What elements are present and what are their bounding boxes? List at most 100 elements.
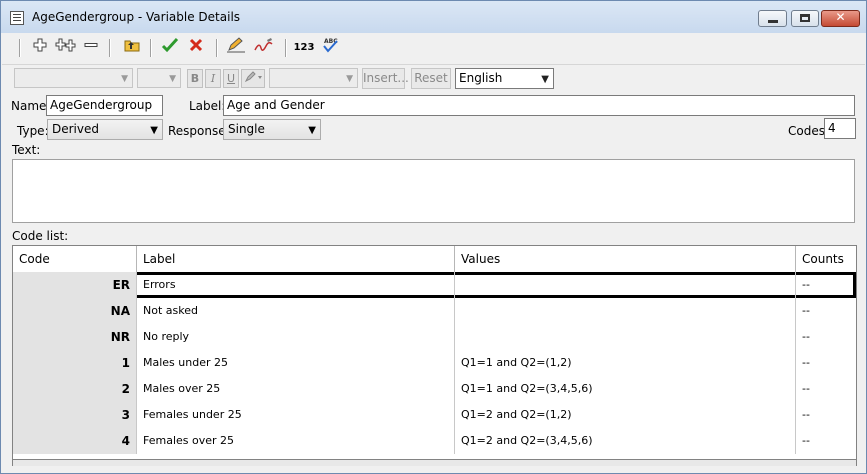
spellcheck-icon: ABC: [323, 38, 338, 53]
counts-cell: --: [802, 304, 810, 317]
x-mark-icon: [189, 38, 203, 52]
text-label: Text:: [12, 143, 41, 157]
title-bar[interactable]: AgeGendergroup - Variable Details ✕: [1, 1, 866, 33]
pencil-edit-icon: [227, 37, 245, 53]
counts-cell: --: [802, 278, 810, 291]
column-header-counts[interactable]: Counts: [796, 246, 856, 272]
code-cell[interactable]: 2: [13, 376, 137, 402]
column-header-label[interactable]: Label: [137, 246, 455, 272]
chevron-down-icon: ▼: [541, 74, 549, 85]
signature-icon: [254, 38, 273, 51]
label-input[interactable]: Age and Gender: [223, 95, 855, 116]
table-row[interactable]: NR No reply --: [13, 324, 856, 350]
reject-button[interactable]: [185, 37, 207, 59]
minimize-button[interactable]: [758, 10, 787, 27]
label-cell[interactable]: Males under 25: [137, 350, 455, 376]
question-text-area[interactable]: [12, 159, 855, 223]
reset-button[interactable]: Reset: [411, 68, 451, 89]
maximize-button[interactable]: [791, 10, 819, 27]
highlighter-icon: [244, 71, 262, 83]
close-button[interactable]: ✕: [821, 10, 860, 27]
accept-button[interactable]: [159, 37, 181, 59]
chevron-down-icon: ▼: [169, 74, 176, 84]
column-header-code[interactable]: Code: [13, 246, 137, 272]
close-icon: ✕: [835, 10, 846, 24]
code-cell[interactable]: 4: [13, 428, 137, 454]
label-cell[interactable]: Not asked: [137, 298, 455, 324]
open-folder-button[interactable]: [121, 37, 143, 59]
highlight-button[interactable]: [241, 69, 265, 88]
label-cell[interactable]: Errors: [137, 272, 455, 298]
bold-button[interactable]: B: [187, 69, 203, 88]
code-cell[interactable]: NR: [13, 324, 137, 350]
code-cell[interactable]: ER: [13, 272, 137, 298]
language-value: English: [459, 71, 503, 85]
toolbar-separator: [285, 39, 287, 57]
numbering-button[interactable]: 123: [293, 37, 315, 59]
values-cell[interactable]: [455, 324, 796, 350]
counts-cell: --: [802, 356, 810, 369]
toolbar: 123 ABC: [2, 34, 865, 62]
type-value: Derived: [52, 122, 99, 136]
code-cell[interactable]: 1: [13, 350, 137, 376]
name-input[interactable]: AgeGendergroup: [46, 95, 163, 116]
window-table-icon: [10, 11, 24, 25]
table-row[interactable]: NA Not asked --: [13, 298, 856, 324]
window-title: AgeGendergroup - Variable Details: [32, 10, 241, 24]
table-row[interactable]: 4 Females over 25 Q1=2 and Q2=(3,4,5,6) …: [13, 428, 856, 454]
label-cell[interactable]: Males over 25: [137, 376, 455, 402]
type-select[interactable]: Derived ▼: [47, 119, 163, 140]
grid-header: Code Label Values Counts: [13, 246, 856, 273]
table-row[interactable]: 1 Males under 25 Q1=1 and Q2=(1,2) --: [13, 350, 856, 376]
maximize-icon: [800, 14, 810, 22]
values-cell[interactable]: Q1=1 and Q2=(3,4,5,6): [455, 376, 796, 402]
code-list-grid: Code Label Values Counts ER Errors -- NA…: [12, 245, 857, 460]
numbering-icon: 123: [293, 42, 315, 53]
spellcheck-button[interactable]: ABC: [320, 37, 340, 59]
edit-button[interactable]: [225, 37, 247, 59]
font-family-dropdown[interactable]: ▼: [14, 68, 133, 88]
codes-label: Codes:: [788, 124, 830, 138]
label-label: Label:: [189, 99, 226, 113]
type-label: Type:: [17, 124, 49, 138]
label-cell[interactable]: Females over 25: [137, 428, 455, 454]
horizontal-scrollbar[interactable]: [12, 460, 857, 466]
add-code-button[interactable]: [30, 37, 50, 59]
remove-code-button[interactable]: [82, 37, 100, 59]
variable-details-window: AgeGendergroup - Variable Details ✕ 123 …: [0, 0, 867, 474]
response-label: Response:: [168, 124, 230, 138]
values-cell[interactable]: Q1=1 and Q2=(1,2): [455, 350, 796, 376]
signature-button[interactable]: [253, 37, 275, 59]
code-cell[interactable]: 3: [13, 402, 137, 428]
format-toolbar: ▼ ▼ B I U ▼ Insert... Reset English ▼: [2, 64, 865, 91]
chevron-down-icon: ▼: [121, 74, 128, 84]
add-multiple-codes-button[interactable]: [54, 37, 78, 59]
table-row[interactable]: 2 Males over 25 Q1=1 and Q2=(3,4,5,6) --: [13, 376, 856, 402]
underline-button[interactable]: U: [223, 69, 239, 88]
font-size-dropdown[interactable]: ▼: [137, 68, 181, 88]
insert-button[interactable]: Insert...: [362, 68, 409, 89]
column-header-values[interactable]: Values: [455, 246, 796, 272]
chevron-down-icon: ▼: [346, 74, 353, 84]
chevron-down-icon: ▼: [150, 125, 158, 136]
values-cell[interactable]: [455, 298, 796, 324]
chevron-down-icon: ▼: [308, 125, 316, 136]
toolbar-separator: [109, 39, 111, 57]
code-list-label: Code list:: [12, 229, 69, 243]
label-cell[interactable]: Females under 25: [137, 402, 455, 428]
codes-input[interactable]: 4: [824, 118, 856, 139]
table-row[interactable]: 3 Females under 25 Q1=2 and Q2=(1,2) --: [13, 402, 856, 428]
values-cell[interactable]: Q1=2 and Q2=(3,4,5,6): [455, 428, 796, 454]
checkmark-icon: [161, 37, 179, 53]
code-cell[interactable]: NA: [13, 298, 137, 324]
values-cell[interactable]: Q1=2 and Q2=(1,2): [455, 402, 796, 428]
italic-button[interactable]: I: [205, 69, 221, 88]
remove-icon: [84, 43, 98, 47]
style-dropdown[interactable]: ▼: [269, 68, 358, 88]
label-cell[interactable]: No reply: [137, 324, 455, 350]
language-select[interactable]: English ▼: [455, 68, 554, 89]
response-select[interactable]: Single ▼: [223, 119, 321, 140]
table-row[interactable]: ER Errors --: [13, 272, 856, 298]
folder-up-icon: [124, 40, 140, 52]
values-cell[interactable]: [455, 272, 796, 298]
